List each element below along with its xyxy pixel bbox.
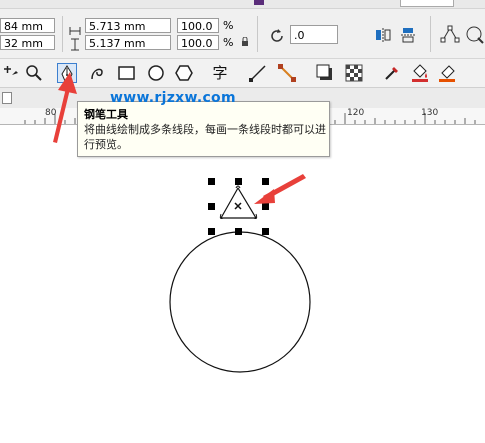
center-mark xyxy=(234,202,242,210)
handle-top-left xyxy=(208,178,215,185)
connector-tool-icon[interactable] xyxy=(248,63,268,83)
handle-bottom-left xyxy=(208,228,215,235)
watermark: www.rjzxw.com xyxy=(110,90,236,106)
tooltip-title: 钢笔工具 xyxy=(84,108,128,121)
mirror-vertical-icon[interactable] xyxy=(400,27,416,43)
handle-middle-left xyxy=(208,203,215,210)
scale-y-field[interactable]: 100.0 xyxy=(177,35,219,50)
separator xyxy=(62,16,63,52)
transparency-tool-icon[interactable] xyxy=(344,63,364,83)
rotation-field[interactable]: .0 xyxy=(290,25,338,44)
circle-shape[interactable] xyxy=(169,231,311,373)
width-icon xyxy=(69,21,81,35)
separator xyxy=(430,16,431,52)
handle-top-center xyxy=(235,178,242,185)
lock-ratio-icon[interactable] xyxy=(241,31,249,46)
rectangle-tool-icon[interactable] xyxy=(117,63,137,83)
property-bar: 84 mm 32 mm 5.713 mm 5.137 mm 100.0 100.… xyxy=(0,0,485,59)
x-position-field[interactable]: 84 mm xyxy=(0,18,55,33)
percent-label-x: % xyxy=(223,19,234,32)
height-icon xyxy=(70,36,80,51)
text-tool-icon[interactable]: 字 xyxy=(210,63,230,83)
drop-shadow-tool-icon[interactable] xyxy=(315,63,335,83)
zoom-combo[interactable] xyxy=(400,0,454,7)
separator xyxy=(257,16,258,52)
triangle-corner-nodes xyxy=(219,185,258,219)
mirror-horizontal-icon[interactable] xyxy=(375,27,391,43)
ellipse-tool-icon[interactable] xyxy=(146,63,166,83)
app-icon xyxy=(254,0,264,5)
width-field[interactable]: 5.713 mm xyxy=(85,18,171,33)
freehand-tool-icon[interactable] xyxy=(88,63,108,83)
eyedropper-tool-icon[interactable] xyxy=(382,63,402,83)
handle-top-right xyxy=(262,178,269,185)
ruler-origin-icon[interactable] xyxy=(2,92,12,104)
zoom-tool-icon[interactable] xyxy=(24,63,44,83)
handle-bottom-center xyxy=(235,228,242,235)
handle-bottom-right xyxy=(262,228,269,235)
scale-x-field[interactable]: 100.0 xyxy=(177,18,219,33)
fill-tool-icon[interactable] xyxy=(410,63,430,83)
polygon-tool-icon[interactable] xyxy=(174,63,194,83)
nodes-icon[interactable] xyxy=(440,24,460,44)
percent-label-y: % xyxy=(223,36,234,49)
annotation-arrow-triangle xyxy=(254,174,306,204)
triangle-shape[interactable] xyxy=(220,187,257,219)
handle-middle-right xyxy=(262,203,269,210)
drawing-canvas[interactable] xyxy=(0,125,485,443)
rotate-icon xyxy=(268,27,286,45)
tooltip-body: 将曲线绘制成多条线段，每画一条线段时都可以进行预览。 xyxy=(84,123,326,151)
y-position-field[interactable]: 32 mm xyxy=(0,35,55,50)
pen-tool-tooltip: 钢笔工具 将曲线绘制成多条线段，每画一条线段时都可以进行预览。 xyxy=(77,101,330,157)
outline-icon[interactable] xyxy=(464,24,484,44)
ruler-label-130: 130 xyxy=(421,108,439,118)
ruler-label-120: 120 xyxy=(347,108,365,118)
smart-fill-tool-icon[interactable] xyxy=(437,63,457,83)
pick-tool-icon[interactable] xyxy=(2,63,22,83)
dimension-tool-icon[interactable] xyxy=(277,63,297,83)
height-field[interactable]: 5.137 mm xyxy=(85,35,171,50)
